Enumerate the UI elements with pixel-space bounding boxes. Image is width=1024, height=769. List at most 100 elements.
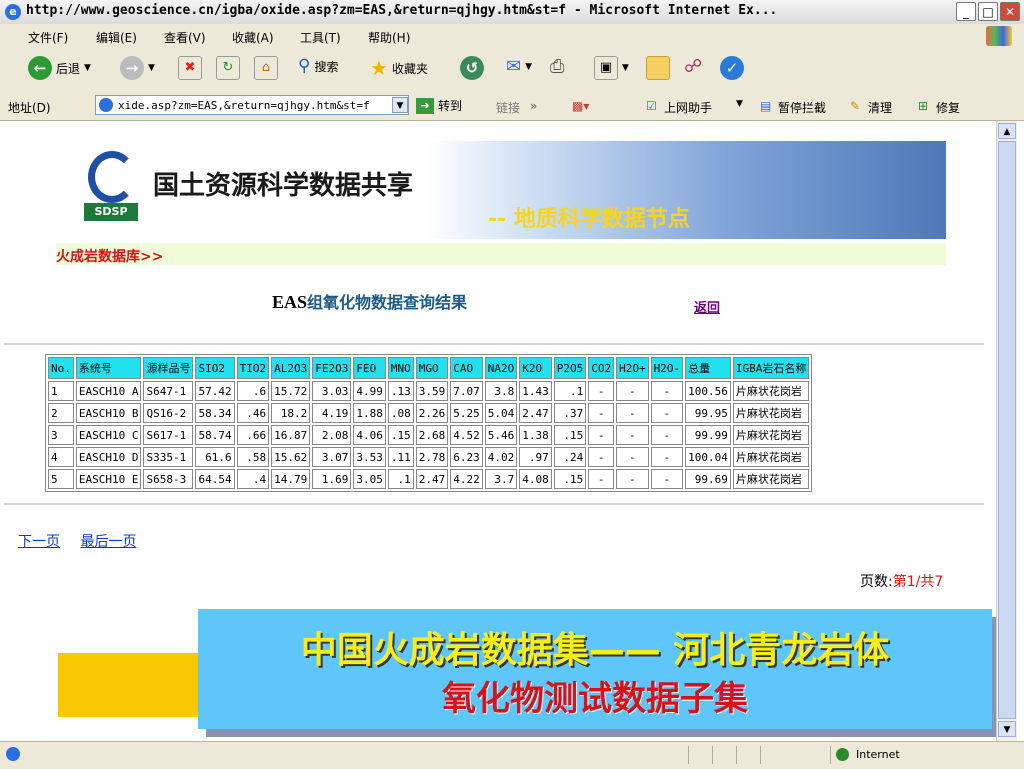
messenger-button[interactable]: ☍ (684, 56, 702, 77)
address-bar: 地址(D) xide.asp?zm=EAS,&return=qjhgy.htm&… (0, 92, 1024, 121)
table-cell: - (588, 447, 615, 467)
back-button[interactable]: ← 后退 ▼ (28, 56, 91, 80)
page-count-label: 页数: (860, 574, 893, 590)
scroll-down-icon[interactable]: ▼ (998, 721, 1016, 737)
table-cell: S658-3 (143, 469, 194, 489)
window-controls: _ □ ✕ (956, 2, 1020, 21)
assistant-dropdown-icon[interactable]: ▼ (736, 99, 743, 109)
table-cell: - (650, 403, 684, 423)
table-cell: 15.62 (271, 447, 311, 467)
assistant-button[interactable]: 上网助手 (664, 99, 712, 116)
menu-edit[interactable]: 编辑(E) (96, 29, 137, 46)
site-title: 国土资源科学数据共享 (153, 171, 414, 201)
repair-button[interactable]: 修复 (936, 99, 960, 116)
table-cell: .66 (236, 425, 270, 445)
table-cell: EASCH10 A (75, 381, 142, 401)
clean-button[interactable]: 清理 (868, 99, 892, 116)
page-title-text: 组氧化物数据查询结果 (307, 293, 468, 312)
home-button[interactable]: ⌂ (254, 56, 278, 80)
table-header-cell: K2O (519, 357, 552, 379)
status-divider (830, 746, 831, 764)
back-dropdown-icon: ▼ (84, 63, 91, 73)
edit-button[interactable]: ▣ ▼ (594, 56, 629, 80)
table-cell: 4.22 (450, 469, 483, 489)
translate-icon[interactable]: ▩▾ (572, 99, 589, 113)
forward-button[interactable]: → ▼ (120, 56, 155, 80)
last-page-link[interactable]: 最后一页 (80, 534, 136, 550)
table-header-cell: MNO (387, 357, 414, 379)
scroll-up-icon[interactable]: ▲ (998, 123, 1016, 139)
table-header-cell: TIO2 (236, 357, 270, 379)
table-cell: 1 (48, 381, 74, 401)
popup-block-button[interactable]: 暂停拦截 (778, 99, 826, 116)
table-cell: 99.95 (685, 403, 731, 423)
mail-button[interactable]: ✉ ▼ (506, 56, 532, 77)
go-button[interactable]: ➜ 转到 (416, 97, 462, 114)
table-cell: EASCH10 E (75, 469, 142, 489)
status-divider (760, 746, 761, 764)
mail-dropdown-icon: ▼ (525, 61, 533, 72)
menu-favorites[interactable]: 收藏(A) (232, 29, 274, 46)
table-cell: EASCH10 D (75, 447, 142, 467)
table-cell: - (650, 469, 684, 489)
table-cell: .15 (387, 425, 414, 445)
table-cell: 18.2 (271, 403, 311, 423)
table-cell: S335-1 (143, 447, 194, 467)
address-dropdown-icon[interactable]: ▼ (392, 97, 408, 113)
search-label: 搜索 (314, 59, 339, 74)
table-header-cell: 源样品号 (143, 357, 194, 379)
table-cell: QS16-2 (143, 403, 194, 423)
maximize-button[interactable]: □ (978, 2, 998, 21)
table-cell: S647-1 (143, 381, 194, 401)
table-cell: 3 (48, 425, 74, 445)
dataset-title-overlay: 中国火成岩数据集—— 河北青龙岩体 氧化物测试数据子集 (198, 609, 992, 729)
back-link[interactable]: 返回 (694, 297, 720, 316)
table-header-cell: FE2O3 (312, 357, 352, 379)
close-button[interactable]: ✕ (1000, 2, 1020, 21)
favorites-button[interactable]: ★ 收藏夹 (370, 56, 428, 80)
minimize-button[interactable]: _ (956, 2, 976, 21)
table-cell: 3.05 (353, 469, 386, 489)
refresh-button[interactable]: ↻ (216, 56, 240, 80)
links-chevron-icon[interactable]: » (530, 99, 537, 113)
vertical-scrollbar[interactable]: ▲ ▼ (996, 121, 1017, 741)
scroll-thumb[interactable] (998, 141, 1016, 719)
menu-view[interactable]: 查看(V) (164, 29, 206, 46)
menu-tools[interactable]: 工具(T) (300, 29, 341, 46)
table-cell: 58.34 (195, 403, 235, 423)
page-content: SDSP 国土资源科学数据共享 -- 地质科学数据节点 火成岩数据库>> EAS… (4, 121, 996, 741)
address-input[interactable]: xide.asp?zm=EAS,&return=qjhgy.htm&st=f (95, 95, 409, 115)
status-zone-label: Internet (856, 748, 900, 761)
internet-zone-icon (836, 748, 849, 761)
stop-button[interactable]: ✖ (178, 56, 202, 80)
table-cell: .46 (236, 403, 270, 423)
links-button[interactable]: 链接 (496, 99, 520, 116)
table-cell: 99.99 (685, 425, 731, 445)
site-logo-icon (88, 151, 136, 203)
table-cell: 1.38 (519, 425, 552, 445)
folder-button[interactable] (646, 56, 670, 80)
msn-button[interactable]: ✓ (720, 56, 744, 80)
page-icon (99, 98, 113, 112)
menu-help[interactable]: 帮助(H) (368, 29, 410, 46)
table-cell: .1 (387, 469, 414, 489)
history-button[interactable]: ↺ (460, 56, 484, 80)
results-table: No. 系统号 源样品号 SIO2 TIO2 AL2O3 FE2O3 FEO MNO MGO CAO… (45, 354, 813, 492)
search-button[interactable]: ⚲ 搜索 (298, 56, 338, 76)
table-cell: .15 (553, 425, 587, 445)
menu-file[interactable]: 文件(F) (28, 29, 68, 46)
print-button[interactable]: ⎙ (550, 56, 564, 77)
status-divider (688, 746, 689, 764)
table-header-cell: NA2O (484, 357, 518, 379)
table-cell: 64.54 (195, 469, 235, 489)
table-header-cell: MGO (415, 357, 449, 379)
table-cell: 1.43 (519, 381, 552, 401)
sdsp-logo: SDSP (84, 203, 138, 221)
next-page-link[interactable]: 下一页 (18, 534, 60, 550)
star-icon: ★ (370, 56, 388, 80)
table-cell: 14.79 (271, 469, 311, 489)
table-cell: .37 (553, 403, 587, 423)
table-cell: 6.23 (450, 447, 483, 467)
table-cell: 3.59 (415, 381, 449, 401)
refresh-icon: ↻ (216, 56, 240, 80)
